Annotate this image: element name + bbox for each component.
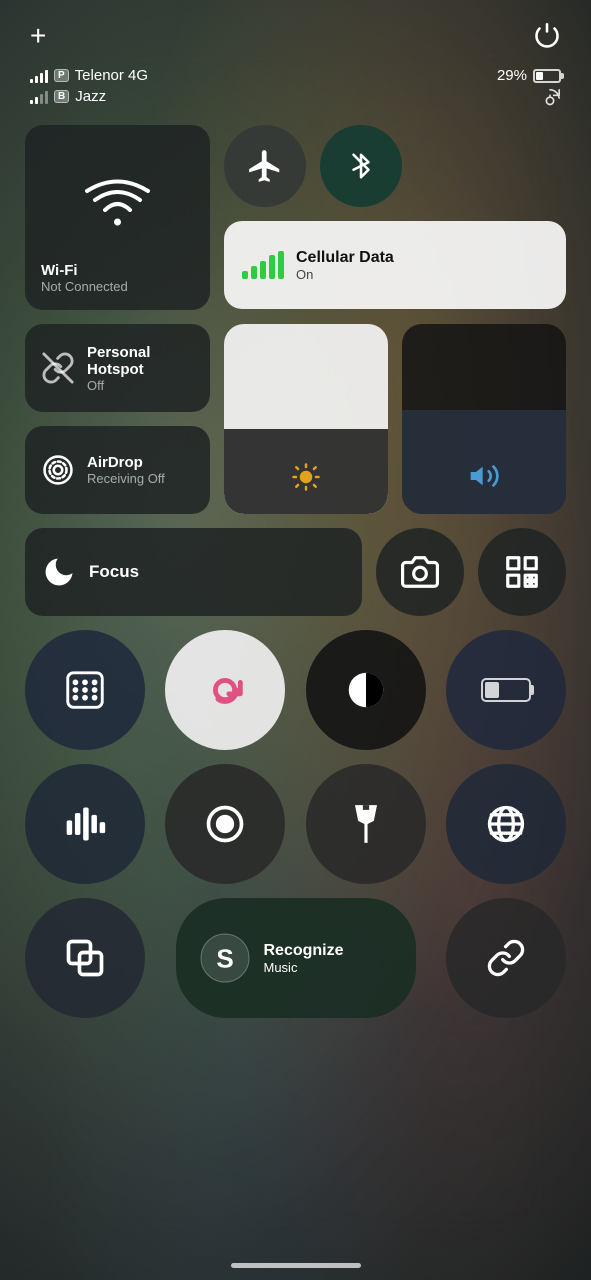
cellular-label: Cellular Data [296,249,394,267]
home-indicator [231,1263,361,1268]
carrier1-name: Telenor 4G [75,67,148,84]
shazam-label: Recognize [264,942,344,960]
volume-slider[interactable] [402,324,566,514]
window-mode-button[interactable] [25,898,145,1018]
carrier2-badge: B [54,90,69,103]
carrier1-badge: P [54,69,69,82]
rotate-lock-icon [539,88,561,110]
carriers: P Telenor 4G B Jazz [30,67,148,105]
qr-scanner-button[interactable] [478,528,566,616]
soundboard-button[interactable] [25,764,145,884]
brightness-slider[interactable] [224,324,388,514]
cellular-data-tile[interactable]: Cellular Data On [224,221,566,309]
row-controls-5 [25,764,566,884]
add-button[interactable]: + [30,20,46,52]
row-controls-2: Personal Hotspot Off AirDrop Re [25,324,566,514]
right-col-top: Cellular Data On [224,125,566,310]
sliders-col [224,324,566,514]
battery-percent: 29% [497,67,527,84]
wifi-tile[interactable]: Wi-Fi Not Connected [25,125,210,310]
wifi-label: Wi-Fi Not Connected [41,262,194,294]
airdrop-icon [41,453,75,487]
cellular-sub: On [296,267,394,282]
link-button[interactable] [446,898,566,1018]
focus-icon [41,554,77,590]
left-col-2: Personal Hotspot Off AirDrop Re [25,324,210,514]
bluetooth-button[interactable] [320,125,402,207]
top-bar: + [20,0,571,62]
flashlight-button[interactable] [306,764,426,884]
focus-tile[interactable]: Focus [25,528,362,616]
low-power-mode-button[interactable] [446,630,566,750]
camera-button[interactable] [376,528,464,616]
power-button[interactable] [533,22,561,50]
hotspot-label: Personal Hotspot [87,344,194,378]
hotspot-tile[interactable]: Personal Hotspot Off [25,324,210,412]
carrier1-line: P Telenor 4G [30,67,148,84]
screen-lock-rotation-button[interactable] [165,630,285,750]
dark-mode-button[interactable] [306,630,426,750]
row-controls-6: S Recognize Music [25,898,566,1018]
carrier2-line: B Jazz [30,88,148,105]
row-controls-3: Focus [25,528,566,616]
shazam-sub: Music [264,960,344,975]
shazam-icon: S [200,933,250,983]
battery-status: 29% [497,67,561,110]
airdrop-label: AirDrop [87,454,165,471]
controls-grid: Wi-Fi Not Connected [20,125,571,1018]
svg-text:S: S [216,943,233,973]
focus-label: Focus [89,562,139,582]
carrier2-name: Jazz [75,88,106,105]
screen-record-button[interactable] [165,764,285,884]
hotspot-sub: Off [87,378,194,393]
airdrop-sub: Receiving Off [87,471,165,486]
battery-icon [533,69,561,83]
calculator-button[interactable] [25,630,145,750]
hotspot-icon [41,351,75,385]
status-row: P Telenor 4G B Jazz 29% [20,62,571,125]
airplane-mode-button[interactable] [224,125,306,207]
row-controls-4 [25,630,566,750]
airdrop-tile[interactable]: AirDrop Receiving Off [25,426,210,514]
row-controls-1: Wi-Fi Not Connected [25,125,566,310]
shazam-tile[interactable]: S Recognize Music [176,898,416,1018]
globe-button[interactable] [446,764,566,884]
